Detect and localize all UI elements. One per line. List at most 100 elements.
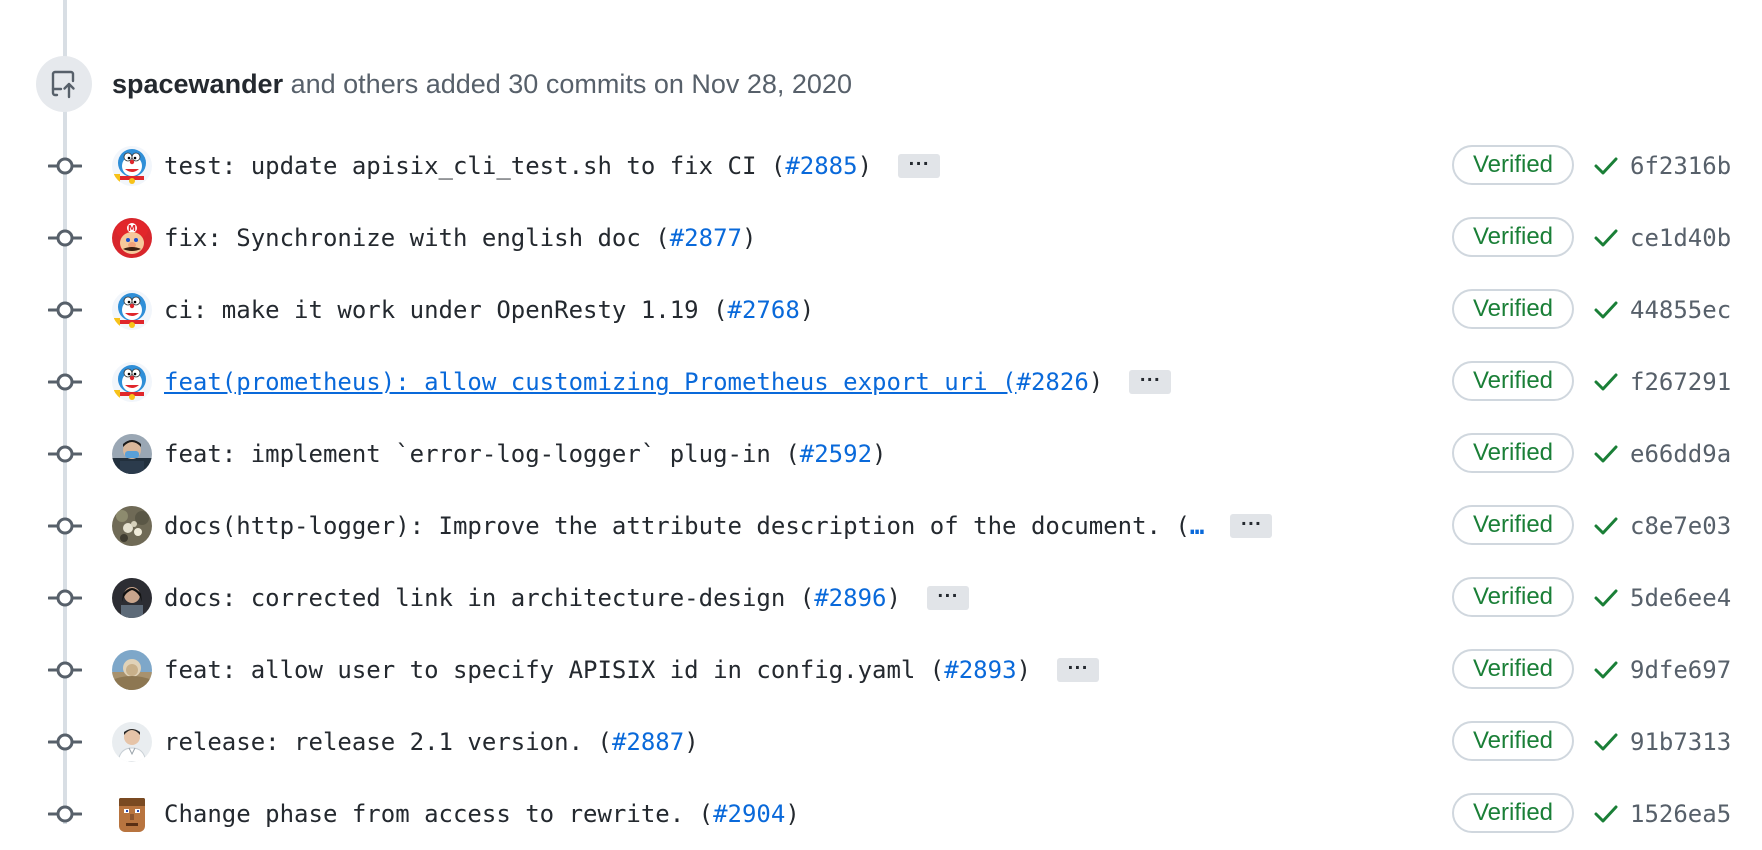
- commit-message: test: update apisix_cli_test.sh to fix C…: [164, 130, 941, 202]
- commit-message-link[interactable]: feat(prometheus): allow customizing Prom…: [164, 368, 1017, 396]
- commit-sha-link[interactable]: 6f2316b: [1630, 130, 1731, 202]
- avatar[interactable]: M: [112, 218, 152, 258]
- commit-message-close: ): [872, 440, 887, 468]
- svg-text:M: M: [128, 224, 136, 233]
- pull-request-link[interactable]: #2877: [670, 224, 742, 252]
- commit-row: ci: make it work under OpenResty 1.19 (#…: [0, 274, 1762, 346]
- verified-badge[interactable]: Verified: [1452, 505, 1574, 545]
- check-icon: [1592, 152, 1620, 180]
- pull-request-link[interactable]: #2592: [800, 440, 872, 468]
- expand-message-button[interactable]: ···: [926, 586, 969, 610]
- commit-row: docs: corrected link in architecture-des…: [0, 562, 1762, 634]
- truncation-ellipsis[interactable]: …: [1190, 512, 1204, 540]
- commit-message-close: ): [684, 728, 699, 756]
- check-icon: [1592, 224, 1620, 252]
- commit-message-close: ): [1088, 368, 1104, 396]
- commit-message: feat: implement `error-log-logger` plug-…: [164, 418, 886, 490]
- avatar[interactable]: [112, 290, 152, 330]
- pull-request-link[interactable]: #2826: [1017, 368, 1089, 396]
- git-commit-icon: [47, 298, 83, 322]
- check-icon: [1592, 584, 1620, 612]
- commit-message: Change phase from access to rewrite. (#2…: [164, 778, 800, 850]
- author-link[interactable]: spacewander: [112, 69, 283, 99]
- verified-badge[interactable]: Verified: [1452, 721, 1574, 761]
- git-commit-icon: [47, 514, 83, 538]
- commit-message-link[interactable]: docs(http-logger): Improve the attribute…: [164, 512, 1190, 540]
- commit-message: feat(prometheus): allow customizing Prom…: [164, 346, 1172, 418]
- pull-request-link[interactable]: #2885: [785, 152, 857, 180]
- expand-message-button[interactable]: ···: [898, 154, 941, 178]
- verified-badge[interactable]: Verified: [1452, 649, 1574, 689]
- commit-sha-link[interactable]: f267291: [1630, 346, 1731, 418]
- verified-badge[interactable]: Verified: [1452, 145, 1574, 185]
- commit-sha-link[interactable]: c8e7e03: [1630, 490, 1731, 562]
- commit-sha-link[interactable]: 1526ea5: [1630, 778, 1731, 850]
- verified-badge[interactable]: Verified: [1452, 793, 1574, 833]
- avatar[interactable]: [112, 794, 152, 834]
- check-icon: [1592, 656, 1620, 684]
- commit-message-close: ): [886, 584, 901, 612]
- commit-row: feat(prometheus): allow customizing Prom…: [0, 346, 1762, 418]
- commit-row: test: update apisix_cli_test.sh to fix C…: [0, 130, 1762, 202]
- commit-row: release: release 2.1 version. (#2887) Ver…: [0, 706, 1762, 778]
- pull-request-link[interactable]: #2887: [612, 728, 684, 756]
- check-icon: [1592, 368, 1620, 396]
- commit-message-wrap: feat: allow user to specify APISIX id in…: [164, 656, 1031, 684]
- commit-message-link[interactable]: docs: corrected link in architecture-des…: [164, 584, 814, 612]
- commit-message: docs: corrected link in architecture-des…: [164, 562, 969, 634]
- event-summary-text: and others added 30 commits on Nov 28, 2…: [290, 68, 852, 99]
- commit-message-close: ): [799, 296, 815, 324]
- git-commit-icon: [47, 586, 83, 610]
- avatar[interactable]: [112, 650, 152, 690]
- commit-message-wrap: feat: implement `error-log-logger` plug-…: [164, 440, 886, 468]
- commit-message-close: ): [741, 224, 757, 252]
- check-icon: [1592, 296, 1620, 324]
- commit-message: ci: make it work under OpenResty 1.19 (#…: [164, 274, 814, 346]
- verified-badge[interactable]: Verified: [1452, 217, 1574, 257]
- pull-request-link[interactable]: #2893: [944, 656, 1016, 684]
- commit-sha-link[interactable]: 5de6ee4: [1630, 562, 1731, 634]
- git-commit-icon: [47, 442, 83, 466]
- expand-message-button[interactable]: ···: [1129, 370, 1172, 394]
- avatar[interactable]: [112, 362, 152, 402]
- pull-request-link[interactable]: #2896: [814, 584, 886, 612]
- commit-message-link[interactable]: feat: implement `error-log-logger` plug-…: [164, 440, 800, 468]
- pull-request-link[interactable]: #2768: [728, 296, 800, 324]
- avatar[interactable]: [112, 578, 152, 618]
- event-summary: spacewander and others added 30 commits …: [112, 69, 852, 100]
- expand-message-button[interactable]: ···: [1230, 514, 1273, 538]
- repo-push-icon: [36, 56, 92, 112]
- commit-message-link[interactable]: test: update apisix_cli_test.sh to fix C…: [164, 152, 785, 180]
- avatar[interactable]: [112, 146, 152, 186]
- expand-message-button[interactable]: ···: [1056, 658, 1099, 682]
- commit-message: fix: Synchronize with english doc (#2877…: [164, 202, 756, 274]
- avatar[interactable]: [112, 434, 152, 474]
- verified-badge[interactable]: Verified: [1452, 433, 1574, 473]
- commit-message-wrap: fix: Synchronize with english doc (#2877…: [164, 224, 756, 252]
- verified-badge[interactable]: Verified: [1452, 361, 1574, 401]
- git-commit-icon: [47, 154, 83, 178]
- verified-badge[interactable]: Verified: [1452, 577, 1574, 617]
- commit-sha-link[interactable]: e66dd9a: [1630, 418, 1731, 490]
- check-icon: [1592, 440, 1620, 468]
- commit-message-close: ): [857, 152, 873, 180]
- commit-row: feat: implement `error-log-logger` plug-…: [0, 418, 1762, 490]
- commit-message-wrap: ci: make it work under OpenResty 1.19 (#…: [164, 296, 814, 324]
- commit-message-link[interactable]: fix: Synchronize with english doc (: [164, 224, 670, 252]
- commit-sha-link[interactable]: 9dfe697: [1630, 634, 1731, 706]
- git-commit-icon: [47, 730, 83, 754]
- avatar[interactable]: [112, 722, 152, 762]
- commit-message: feat: allow user to specify APISIX id in…: [164, 634, 1099, 706]
- commit-message-wrap: docs: corrected link in architecture-des…: [164, 584, 901, 612]
- commit-message-link[interactable]: release: release 2.1 version. (: [164, 728, 612, 756]
- commit-list: test: update apisix_cli_test.sh to fix C…: [0, 130, 1762, 850]
- commit-message-link[interactable]: feat: allow user to specify APISIX id in…: [164, 656, 944, 684]
- commit-message-link[interactable]: ci: make it work under OpenResty 1.19 (: [164, 296, 728, 324]
- commit-sha-link[interactable]: 44855ec: [1630, 274, 1731, 346]
- commit-sha-link[interactable]: ce1d40b: [1630, 202, 1731, 274]
- git-commit-icon: [47, 802, 83, 826]
- commit-sha-link[interactable]: 91b7313: [1630, 706, 1731, 778]
- avatar[interactable]: [112, 506, 152, 546]
- verified-badge[interactable]: Verified: [1452, 289, 1574, 329]
- commit-message-wrap: test: update apisix_cli_test.sh to fix C…: [164, 152, 872, 180]
